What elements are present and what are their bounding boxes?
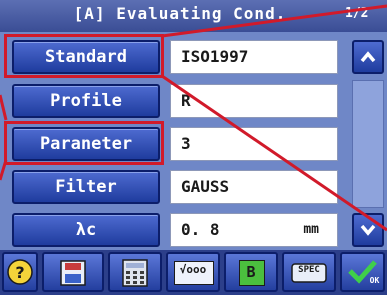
page-indicator: 1/2 [345,6,369,21]
b-label: B [246,263,256,281]
svg-text:?: ? [15,263,24,282]
annotation-line-left-bottom [0,159,8,181]
lambda-c-button[interactable]: λc [12,213,160,247]
profile-button[interactable]: Profile [12,84,160,118]
standard-value[interactable]: ISO1997 [170,40,338,74]
annotation-line-left-top [0,94,8,121]
parameter-value[interactable]: 3 [170,127,338,161]
standard-value-text: ISO1997 [181,47,249,66]
lambda-c-value[interactable]: 0. 8 mm [170,213,338,247]
sqrt-button[interactable]: √ooo [166,252,220,292]
b-button[interactable]: B [224,252,278,292]
save-icon [60,260,86,286]
help-icon: ? [7,259,33,285]
parameter-button[interactable]: Paraneter [12,127,160,161]
spec-button[interactable]: SPEC [282,252,336,292]
spec-label: SPEC [298,265,320,275]
scroll-down-icon [360,224,376,236]
sqrt-label: √ooo [179,263,207,276]
scroll-down-button[interactable] [352,213,384,247]
filter-value[interactable]: GAUSS [170,170,338,204]
ok-label: OK [369,276,380,285]
scroll-track[interactable] [352,80,384,208]
scroll-up-icon [360,51,376,63]
filter-value-text: GAUSS [181,177,230,196]
standard-button[interactable]: Standard [12,40,160,74]
calculator-icon [122,259,148,287]
profile-value[interactable]: R [170,84,338,118]
scroll-up-button[interactable] [352,40,384,74]
help-button[interactable]: ? [2,252,38,292]
profile-value-text: R [181,91,191,110]
filter-button[interactable]: Filter [12,170,160,204]
lambda-c-unit: mm [303,222,319,237]
title-bar: [A] Evaluating Cond. 1/2 [0,0,387,32]
lambda-c-value-text: 0. 8 [181,220,220,239]
save-button[interactable] [42,252,104,292]
parameter-value-text: 3 [181,134,191,153]
instrument-screen: [A] Evaluating Cond. 1/2 Standard ISO199… [0,0,387,295]
ok-button[interactable]: OK [340,252,385,292]
screen-title: [A] Evaluating Cond. [73,4,287,23]
calculator-button[interactable] [108,252,162,292]
